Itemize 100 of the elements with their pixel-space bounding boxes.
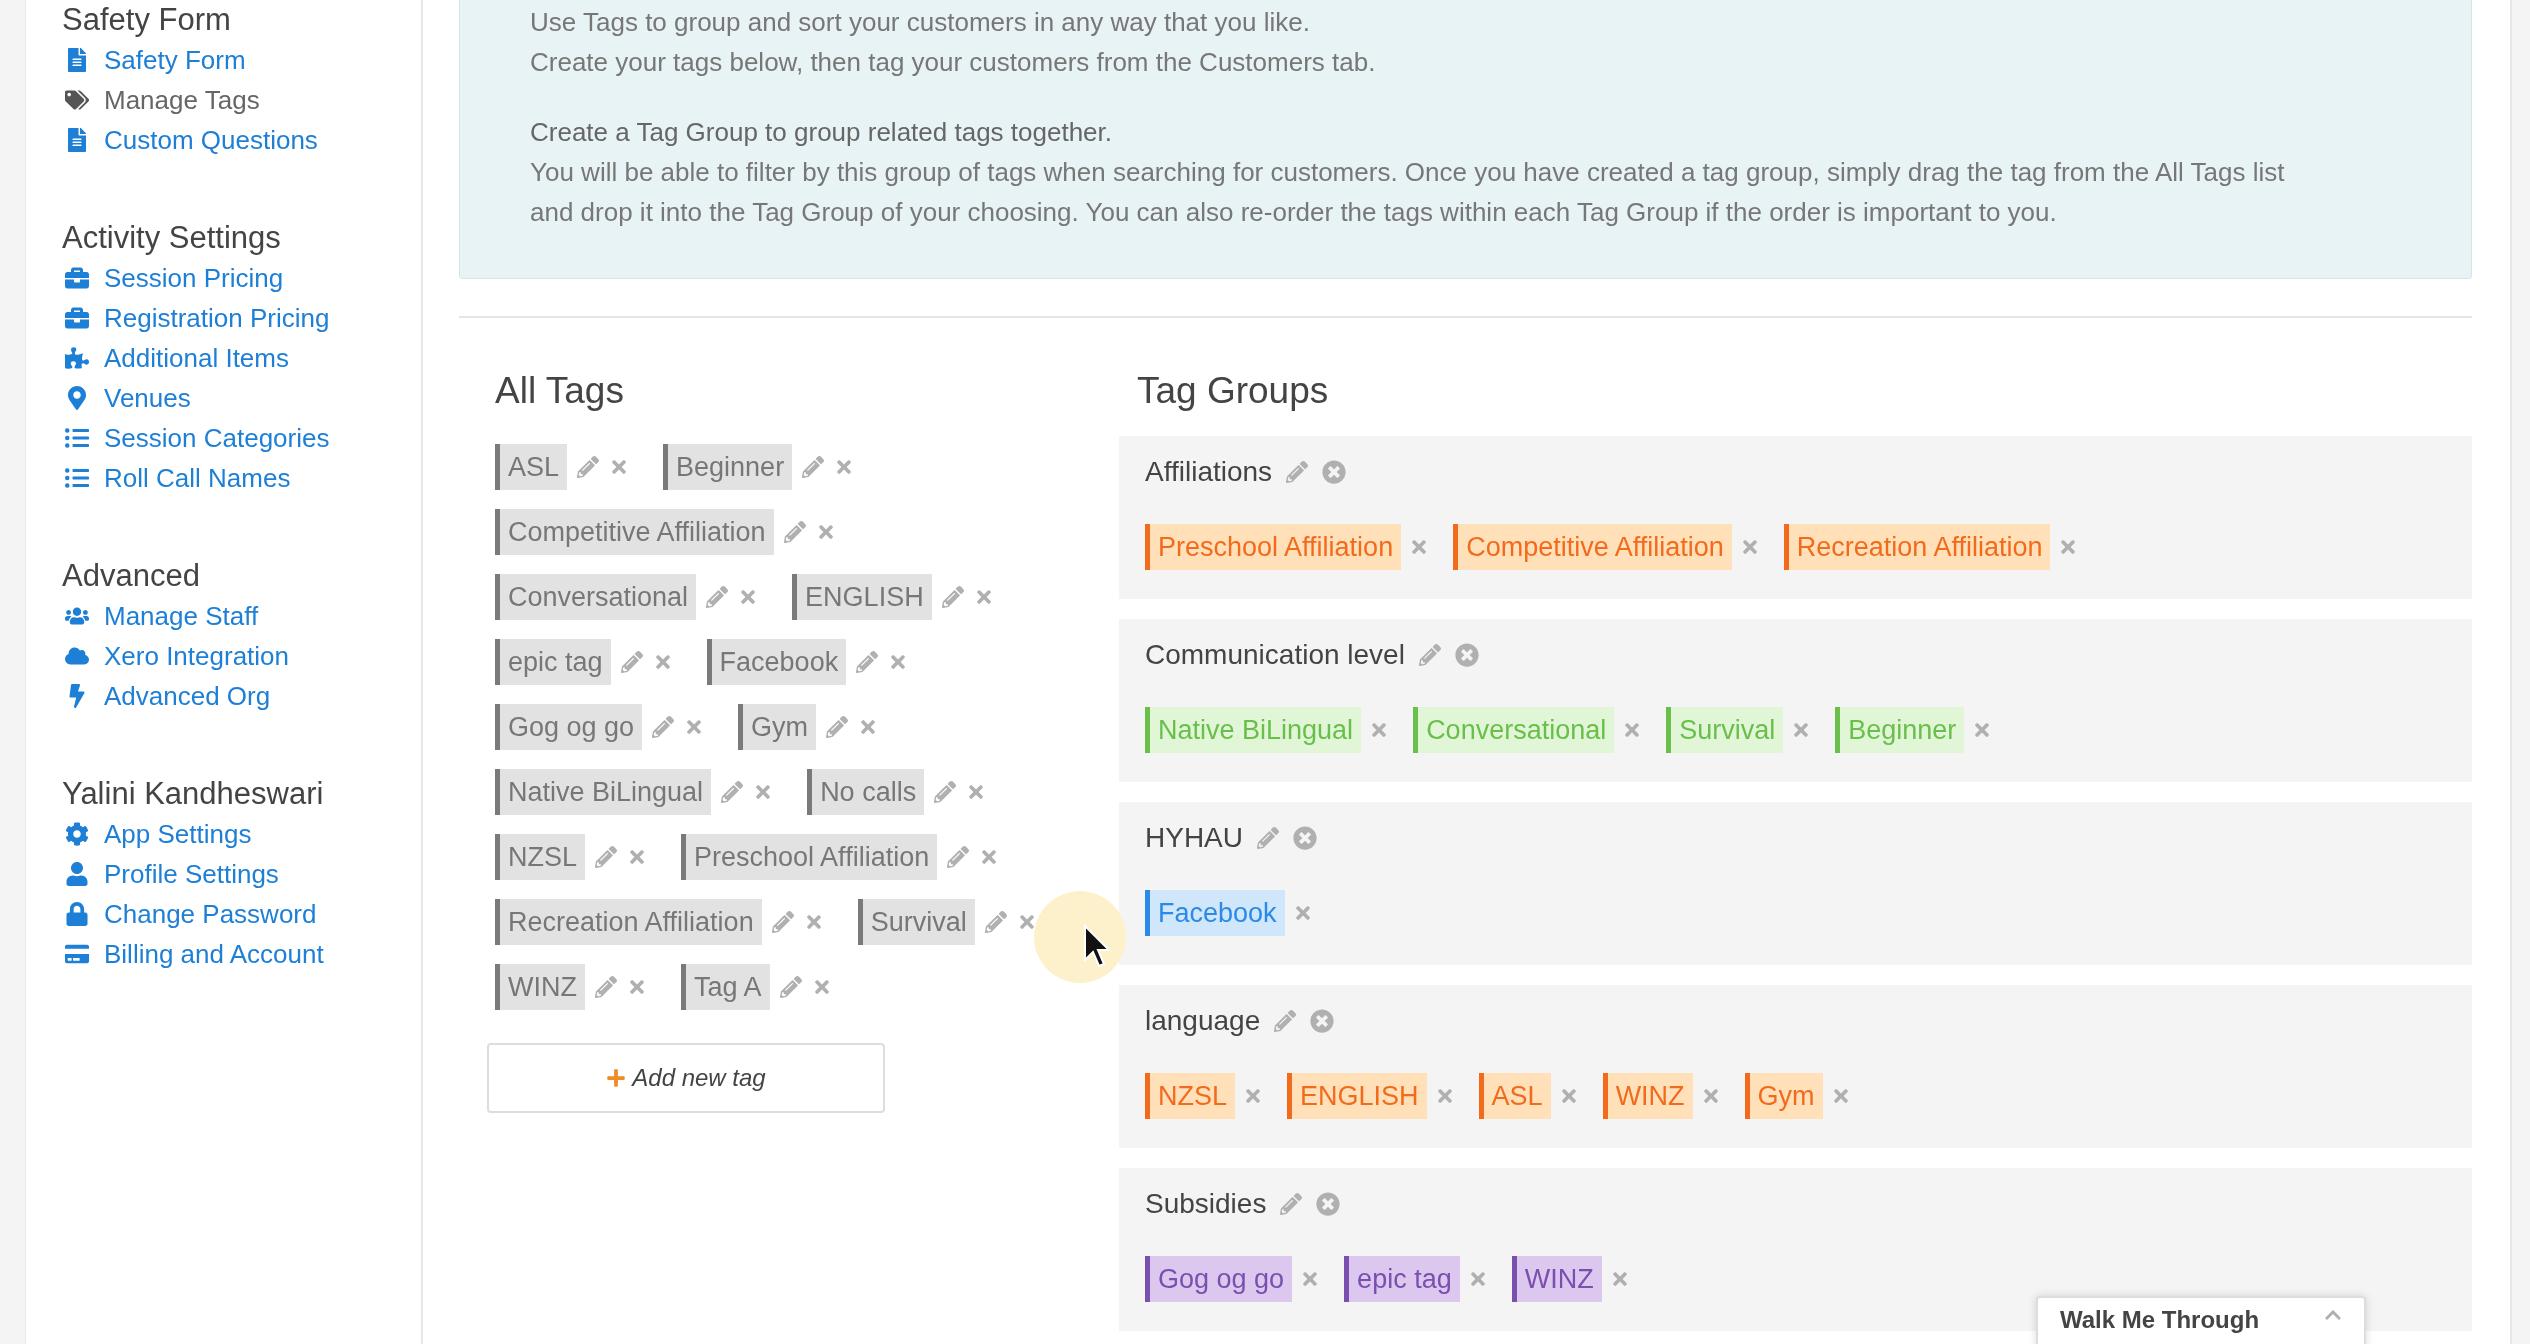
close-icon[interactable]	[1310, 1009, 1335, 1033]
tag[interactable]: Tag A	[681, 963, 770, 1010]
pencil-icon[interactable]	[1257, 827, 1279, 849]
info-heading: Create a Tag Group to group related tags together.	[530, 116, 1114, 149]
tag[interactable]: Native BiLingual	[1145, 707, 1362, 753]
info-paragraph: You will be able to filter by this group of tags when searching for customers. Once you have created a tag group, simply drag the tag from the All Tags list and drop it into the Tag Group of your choosing. You can also re-order the tags within each Tag Group if the order is important to you.	[530, 156, 2286, 229]
pencil-icon[interactable]	[652, 715, 675, 738]
tag-group-name: Affiliations	[1145, 456, 1273, 488]
tag[interactable]: ASL	[1478, 1073, 1551, 1119]
pencil-icon[interactable]	[595, 975, 617, 998]
pencil-icon[interactable]	[934, 780, 957, 803]
briefcase-icon	[62, 266, 92, 290]
pencil-icon[interactable]	[1280, 1193, 1303, 1215]
pencil-icon[interactable]	[771, 910, 794, 933]
sidebar-link[interactable]: Custom Questions	[62, 120, 421, 160]
sidebar-link[interactable]: Session Pricing	[62, 258, 421, 298]
section-title: All Tags	[495, 369, 625, 413]
sidebar-link[interactable]: Venues	[62, 378, 421, 418]
info-text: Create your tags below, then tag your customers from the Customers tab.	[530, 46, 1377, 79]
briefcase-icon	[62, 306, 92, 330]
pencil-icon[interactable]	[577, 455, 600, 478]
sidebar-heading: Safety Form	[62, 1, 232, 39]
sidebar-heading: Activity Settings	[62, 219, 282, 257]
tag[interactable]: ENGLISH	[1287, 1073, 1427, 1119]
pencil-icon[interactable]	[620, 650, 643, 673]
pencil-icon[interactable]	[856, 650, 879, 673]
close-icon[interactable]	[1322, 460, 1347, 484]
tag[interactable]: Conversational	[1413, 707, 1615, 753]
tag[interactable]: ASL	[495, 443, 568, 490]
pencil-icon[interactable]	[802, 455, 825, 478]
tag[interactable]: NZSL	[1145, 1073, 1236, 1119]
close-icon[interactable]	[1316, 1192, 1341, 1216]
tag[interactable]: WINZ	[1511, 1256, 1602, 1302]
plus-icon	[606, 1068, 627, 1088]
tag[interactable]: Gym	[738, 703, 817, 750]
list-icon	[62, 466, 92, 490]
sidebar-link[interactable]: App Settings	[62, 814, 421, 854]
tag[interactable]: Survival	[1666, 707, 1784, 753]
sidebar-link[interactable]: Advanced Org	[62, 676, 421, 716]
pencil-icon[interactable]	[721, 780, 744, 803]
tag[interactable]: Beginner	[1835, 707, 1965, 753]
tag[interactable]: ENGLISH	[792, 573, 932, 620]
tag[interactable]: Preschool Affiliation	[681, 833, 938, 880]
tag[interactable]: No calls	[807, 768, 925, 815]
sidebar-heading: Advanced	[62, 557, 201, 595]
sidebar-link[interactable]: Session Categories	[62, 418, 421, 458]
sidebar-heading: Yalini Kandheswari	[62, 775, 325, 813]
info-text: Use Tags to group and sort your customers in any way that you like.	[530, 6, 1311, 39]
close-icon[interactable]	[1454, 643, 1479, 667]
tag[interactable]: Native BiLingual	[495, 768, 712, 815]
tag[interactable]: Facebook	[1145, 890, 1285, 936]
tag[interactable]: Gog og go	[495, 703, 643, 750]
pencil-icon[interactable]	[783, 520, 806, 543]
pencil-icon[interactable]	[1418, 644, 1441, 666]
tag[interactable]: Beginner	[663, 443, 793, 490]
sidebar-link[interactable]: Additional Items	[62, 338, 421, 378]
tag[interactable]: Gog og go	[1145, 1256, 1293, 1302]
tag[interactable]: epic tag	[495, 638, 611, 685]
tag[interactable]: Preschool Affiliation	[1145, 524, 1402, 570]
tag[interactable]: Recreation Affiliation	[1783, 524, 2051, 570]
credit-card-icon	[62, 942, 92, 966]
close-icon[interactable]	[1293, 826, 1317, 850]
tag[interactable]: Survival	[857, 898, 975, 945]
tag[interactable]: epic tag	[1344, 1256, 1460, 1302]
pencil-icon[interactable]	[984, 910, 1007, 933]
pencil-icon[interactable]	[826, 715, 849, 738]
tag[interactable]: Competitive Affiliation	[495, 508, 774, 555]
tag[interactable]: WINZ	[495, 963, 585, 1010]
tag-group-name: Communication level	[1145, 639, 1405, 671]
tag-group-name: HYHAU	[1145, 822, 1243, 854]
tag-group-name: language	[1145, 1005, 1261, 1037]
tag[interactable]: Gym	[1744, 1073, 1823, 1119]
sidebar-link[interactable]: Registration Pricing	[62, 298, 421, 338]
sidebar-link[interactable]: Billing and Account	[62, 934, 421, 974]
sidebar-link[interactable]: Safety Form	[62, 40, 421, 80]
tag[interactable]: Conversational	[495, 573, 697, 620]
pencil-icon[interactable]	[779, 975, 802, 998]
pencil-icon[interactable]	[941, 585, 964, 608]
tag[interactable]: NZSL	[495, 833, 586, 880]
tag[interactable]: Competitive Affiliation	[1453, 524, 1732, 570]
walkthrough-button[interactable]: Walk Me Through	[2036, 1296, 2366, 1344]
pencil-icon[interactable]	[1286, 461, 1309, 483]
sidebar-link[interactable]: Manage Tags	[62, 80, 421, 120]
puzzle-icon	[62, 346, 92, 370]
list-icon	[62, 426, 92, 450]
section-title: Tag Groups	[1136, 369, 1330, 413]
sidebar-link[interactable]: Xero Integration	[62, 636, 421, 676]
pencil-icon[interactable]	[1274, 1010, 1297, 1032]
sidebar-link[interactable]: Profile Settings	[62, 854, 421, 894]
tag-group-name: Subsidies	[1145, 1188, 1267, 1220]
tag[interactable]: Recreation Affiliation	[495, 898, 762, 945]
pencil-icon[interactable]	[706, 585, 729, 608]
sidebar-link[interactable]: Change Password	[62, 894, 421, 934]
sidebar-link[interactable]: Roll Call Names	[62, 458, 421, 498]
add-tag-button[interactable]: Add new tag	[487, 1043, 885, 1113]
pencil-icon[interactable]	[595, 845, 618, 868]
pencil-icon[interactable]	[947, 845, 970, 868]
sidebar-link[interactable]: Manage Staff	[62, 596, 421, 636]
tag[interactable]: WINZ	[1602, 1073, 1693, 1119]
tag[interactable]: Facebook	[706, 638, 847, 685]
